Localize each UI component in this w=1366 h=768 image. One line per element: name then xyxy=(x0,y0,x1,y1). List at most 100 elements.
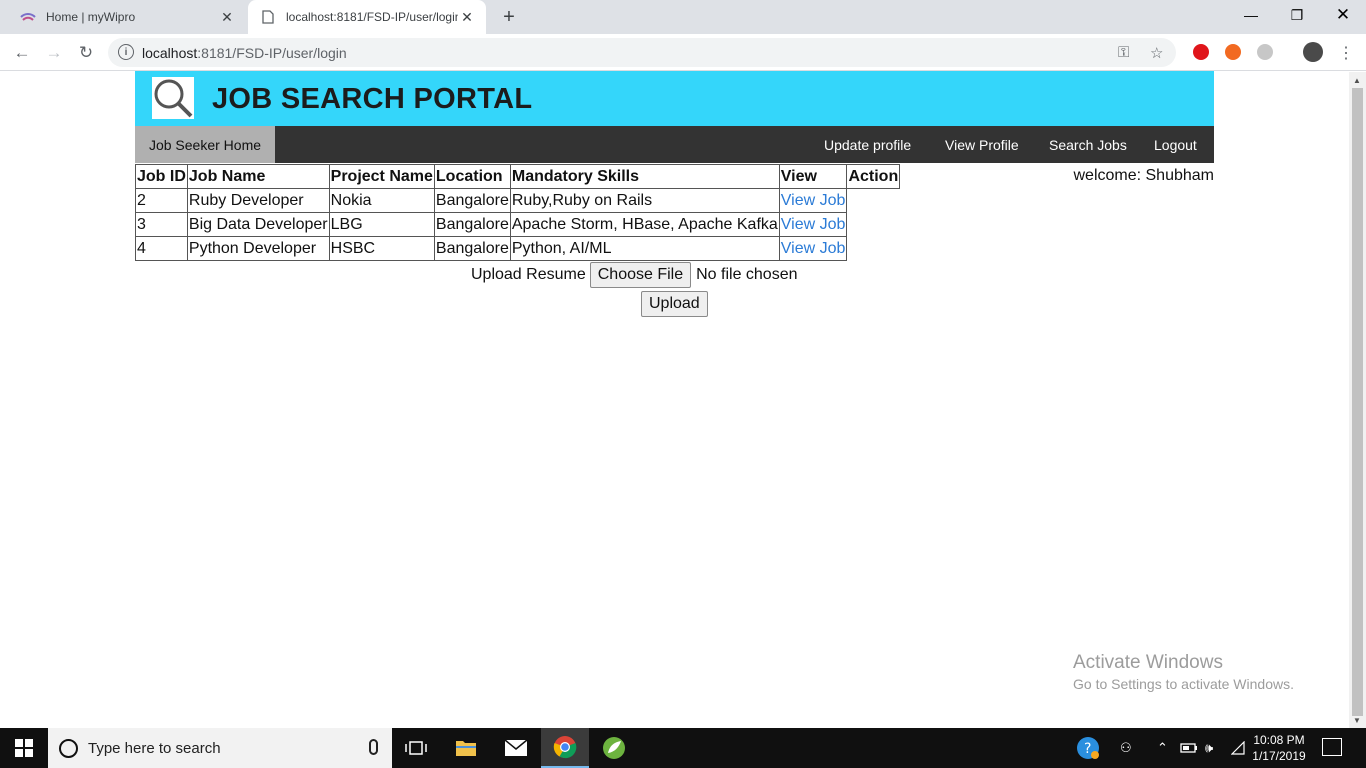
wifi-icon[interactable] xyxy=(1231,728,1245,768)
key-icon[interactable]: ⚿ xyxy=(1118,44,1129,61)
cell-job-name: Python Developer xyxy=(186,236,330,261)
restore-icon[interactable]: ❐ xyxy=(1274,0,1320,30)
activate-windows-watermark: Activate Windows Go to Settings to activ… xyxy=(1073,652,1294,692)
tab-title: Home | myWipro xyxy=(46,10,136,24)
view-job-link[interactable]: View Job xyxy=(778,212,848,237)
cell-job-id: 3 xyxy=(135,212,188,237)
scroll-up-icon[interactable]: ▲ xyxy=(1353,76,1361,85)
table-row: 3 Big Data Developer LBG Bangalore Apach… xyxy=(135,212,900,237)
new-tab-icon[interactable]: + xyxy=(498,6,520,28)
col-location: Location xyxy=(433,164,511,189)
nav-logout[interactable]: Logout xyxy=(1154,126,1197,163)
tab-close-icon[interactable]: ✕ xyxy=(218,8,236,26)
table-header-row: Job ID Job Name Project Name Location Ma… xyxy=(135,164,901,189)
browser-toolbar: ← → ↻ i localhost:8181/FSD-IP/user/login… xyxy=(0,34,1366,71)
nav-search-jobs[interactable]: Search Jobs xyxy=(1049,126,1127,163)
tab-title: localhost:8181/FSD-IP/user/login xyxy=(286,10,458,24)
portal-title: JOB SEARCH PORTAL xyxy=(212,83,533,115)
bookmark-star-icon[interactable]: ☆ xyxy=(1150,44,1163,62)
portal-header: JOB SEARCH PORTAL xyxy=(135,71,1214,126)
col-job-id: Job ID xyxy=(135,164,188,189)
reload-icon[interactable]: ↻ xyxy=(73,40,99,66)
col-view: View xyxy=(778,164,848,189)
file-explorer-icon[interactable] xyxy=(442,728,490,768)
taskbar-clock[interactable]: 10:08 PM 1/17/2019 xyxy=(1246,732,1312,764)
magnifier-icon xyxy=(152,77,194,119)
clock-time: 10:08 PM xyxy=(1253,733,1305,747)
col-mandatory-skills: Mandatory Skills xyxy=(509,164,780,189)
grey-extension-icon[interactable] xyxy=(1257,44,1273,60)
screen: Home | myWipro ✕ localhost:8181/FSD-IP/u… xyxy=(0,0,1366,768)
notifications-icon[interactable] xyxy=(1322,738,1342,756)
choose-file-button[interactable]: Choose File xyxy=(589,262,692,288)
nav-view-profile[interactable]: View Profile xyxy=(945,126,1019,163)
cell-job-name: Big Data Developer xyxy=(186,212,330,237)
battery-icon[interactable] xyxy=(1180,728,1198,768)
cell-job-name: Ruby Developer xyxy=(186,188,330,213)
orange-extension-icon[interactable] xyxy=(1225,44,1241,60)
cell-action xyxy=(847,213,900,237)
browser-tabstrip: Home | myWipro ✕ localhost:8181/FSD-IP/u… xyxy=(0,0,1366,34)
watermark-subtitle: Go to Settings to activate Windows. xyxy=(1073,676,1294,692)
spring-tool-suite-icon[interactable] xyxy=(590,728,638,768)
view-job-link[interactable]: View Job xyxy=(778,188,848,213)
scroll-thumb[interactable] xyxy=(1352,88,1363,716)
col-project-name: Project Name xyxy=(328,164,435,189)
watermark-title: Activate Windows xyxy=(1073,652,1223,673)
help-icon[interactable]: ? xyxy=(1076,728,1100,768)
opera-extension-icon[interactable] xyxy=(1193,44,1209,60)
chrome-icon[interactable] xyxy=(541,728,589,768)
taskbar-search-placeholder: Type here to search xyxy=(88,739,221,757)
upload-resume-row: Upload Resume Choose File No file chosen xyxy=(471,262,798,288)
site-info-icon[interactable]: i xyxy=(118,44,134,60)
volume-icon[interactable]: 🕪 xyxy=(1205,728,1213,768)
nav-update-profile[interactable]: Update profile xyxy=(824,126,911,163)
back-icon[interactable]: ← xyxy=(9,40,35,66)
microphone-icon[interactable] xyxy=(369,739,378,755)
windows-taskbar: Type here to search ? ⚇ ⌃ 🕪 10:08 PM 1/1… xyxy=(0,728,1366,768)
jobs-table: Job ID Job Name Project Name Location Ma… xyxy=(135,164,901,261)
tab-login[interactable]: localhost:8181/FSD-IP/user/login ✕ xyxy=(248,0,486,34)
clock-date: 1/17/2019 xyxy=(1252,749,1306,763)
table-row: 4 Python Developer HSBC Bangalore Python… xyxy=(135,236,900,261)
cell-skills: Apache Storm, HBase, Apache Kafka xyxy=(509,212,780,237)
cell-skills: Ruby,Ruby on Rails xyxy=(509,188,780,213)
svg-text:?: ? xyxy=(1084,741,1091,757)
scroll-down-icon[interactable]: ▼ xyxy=(1353,716,1361,725)
cell-action xyxy=(847,237,900,261)
cell-location: Bangalore xyxy=(433,188,511,213)
address-bar[interactable]: i localhost:8181/FSD-IP/user/login ⚿ ☆ xyxy=(108,38,1176,67)
tab-mywipro[interactable]: Home | myWipro ✕ xyxy=(8,0,246,34)
cell-job-id: 4 xyxy=(135,236,188,261)
minimize-icon[interactable]: — xyxy=(1228,0,1274,30)
task-view-icon[interactable] xyxy=(392,728,440,768)
windows-start-icon[interactable] xyxy=(0,728,48,768)
cell-job-id: 2 xyxy=(135,188,188,213)
close-window-icon[interactable]: ✕ xyxy=(1320,0,1366,30)
tab-close-icon[interactable]: ✕ xyxy=(458,8,476,26)
col-action: Action xyxy=(846,164,901,189)
cell-location: Bangalore xyxy=(433,236,511,261)
mail-icon[interactable] xyxy=(492,728,540,768)
welcome-text: welcome: Shubham xyxy=(1073,167,1214,184)
upload-button[interactable]: Upload xyxy=(641,291,708,317)
taskbar-search-box[interactable]: Type here to search xyxy=(48,728,392,768)
navbar: Job Seeker Home Update profile View Prof… xyxy=(135,126,1214,163)
cell-project-name: HSBC xyxy=(328,236,435,261)
menu-kebab-icon[interactable]: ⋮ xyxy=(1338,43,1354,63)
cell-project-name: LBG xyxy=(328,212,435,237)
file-status-text: No file chosen xyxy=(696,266,798,283)
forward-icon[interactable]: → xyxy=(41,40,67,66)
cell-project-name: Nokia xyxy=(328,188,435,213)
cell-action xyxy=(847,189,900,213)
table-row: 2 Ruby Developer Nokia Bangalore Ruby,Ru… xyxy=(135,188,900,213)
profile-avatar[interactable] xyxy=(1303,42,1323,62)
page-favicon-icon xyxy=(260,9,276,25)
url-text[interactable]: localhost:8181/FSD-IP/user/login xyxy=(142,45,347,61)
page-scrollbar[interactable]: ▲ ▼ xyxy=(1349,72,1366,728)
show-hidden-icons-icon[interactable]: ⌃ xyxy=(1157,728,1168,768)
nav-job-seeker-home[interactable]: Job Seeker Home xyxy=(135,126,275,163)
view-job-link[interactable]: View Job xyxy=(778,236,848,261)
people-icon[interactable]: ⚇ xyxy=(1120,728,1132,768)
upload-resume-label: Upload Resume xyxy=(471,266,586,283)
